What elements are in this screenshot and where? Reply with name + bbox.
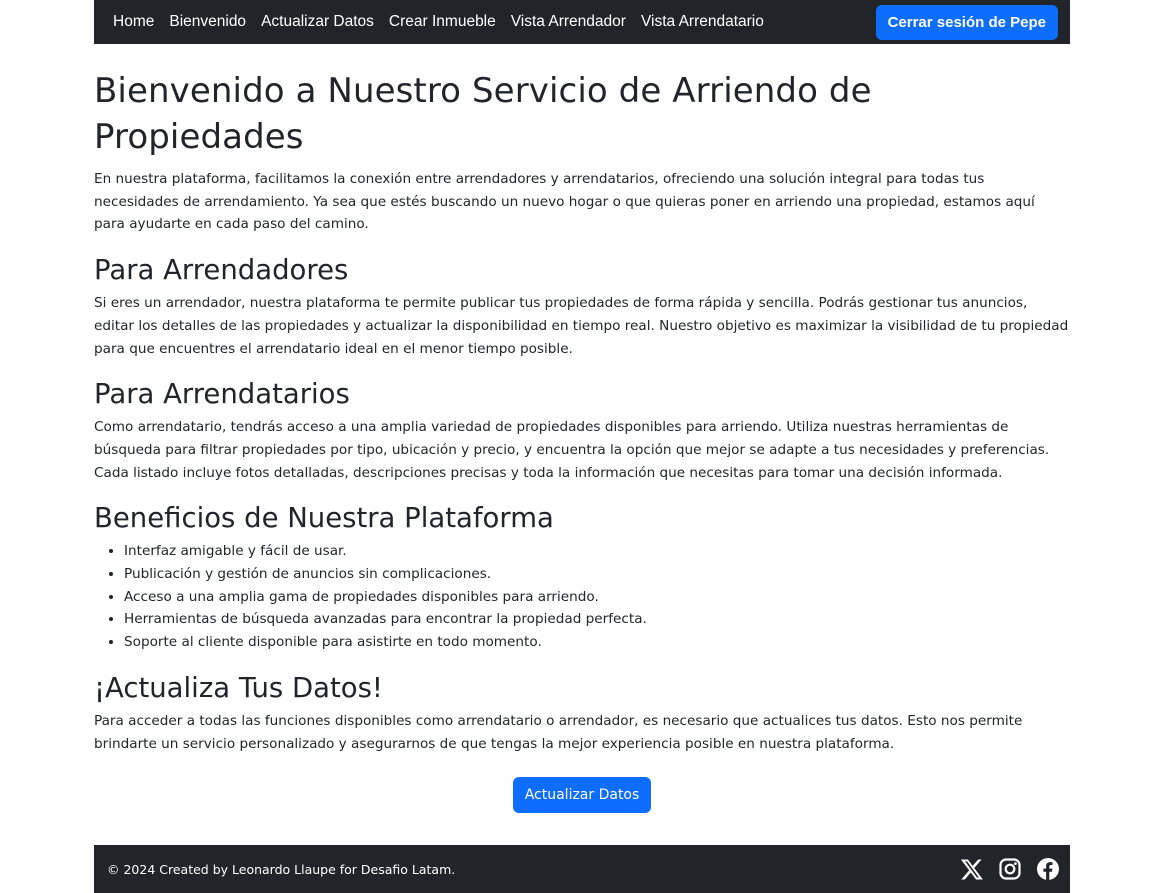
facebook-icon[interactable] (1036, 857, 1060, 881)
update-data-button[interactable]: Actualizar Datos (512, 777, 652, 814)
nav-link-bienvenido[interactable]: Bienvenido (169, 13, 246, 31)
social-links (946, 857, 1060, 881)
list-item: Acceso a una amplia gama de propiedades … (124, 586, 1070, 609)
nav-link-vista-arrendador[interactable]: Vista Arrendador (511, 13, 626, 31)
nav-link-actualizar-datos[interactable]: Actualizar Datos (261, 13, 374, 31)
tenants-paragraph: Como arrendatario, tendrás acceso a una … (94, 419, 1050, 481)
list-item: Interfaz amigable y fácil de usar. (124, 540, 1070, 563)
list-item: Herramientas de búsqueda avanzadas para … (124, 608, 1070, 631)
instagram-icon[interactable] (998, 857, 1022, 881)
footer: © 2024 Created by Leonardo Llaupe for De… (94, 845, 1070, 893)
list-item: Publicación y gestión de anuncios sin co… (124, 563, 1070, 586)
benefits-list: Interfaz amigable y fácil de usar. Publi… (94, 540, 1070, 654)
footer-copyright: © 2024 Created by Leonardo Llaupe for De… (107, 861, 456, 877)
nav-links: Home Bienvenido Actualizar Datos Crear I… (113, 13, 779, 31)
logout-button[interactable]: Cerrar sesión de Pepe (875, 4, 1058, 40)
tenants-heading: Para Arrendatarios (94, 378, 350, 411)
update-button-wrapper: Actualizar Datos (94, 777, 1070, 814)
nav-link-vista-arrendatario[interactable]: Vista Arrendatario (641, 13, 764, 31)
page-title: Bienvenido a Nuestro Servicio de Arriend… (94, 71, 872, 157)
intro-paragraph: En nuestra plataforma, facilitamos la co… (94, 171, 1035, 233)
update-heading: ¡Actualiza Tus Datos! (94, 671, 383, 704)
update-paragraph: Para acceder a todas las funciones dispo… (94, 712, 1023, 752)
nav-link-crear-inmueble[interactable]: Crear Inmueble (389, 13, 496, 31)
navbar: Home Bienvenido Actualizar Datos Crear I… (94, 0, 1070, 44)
landlords-heading: Para Arrendadores (94, 254, 349, 287)
nav-link-home[interactable]: Home (113, 13, 154, 31)
x-icon[interactable] (960, 857, 984, 881)
benefits-heading: Beneficios de Nuestra Plataforma (94, 502, 554, 535)
list-item: Soporte al cliente disponible para asist… (124, 631, 1070, 654)
landlords-paragraph: Si eres un arrendador, nuestra plataform… (94, 295, 1069, 357)
main-content: Bienvenido a Nuestro Servicio de Arriend… (94, 68, 1070, 814)
